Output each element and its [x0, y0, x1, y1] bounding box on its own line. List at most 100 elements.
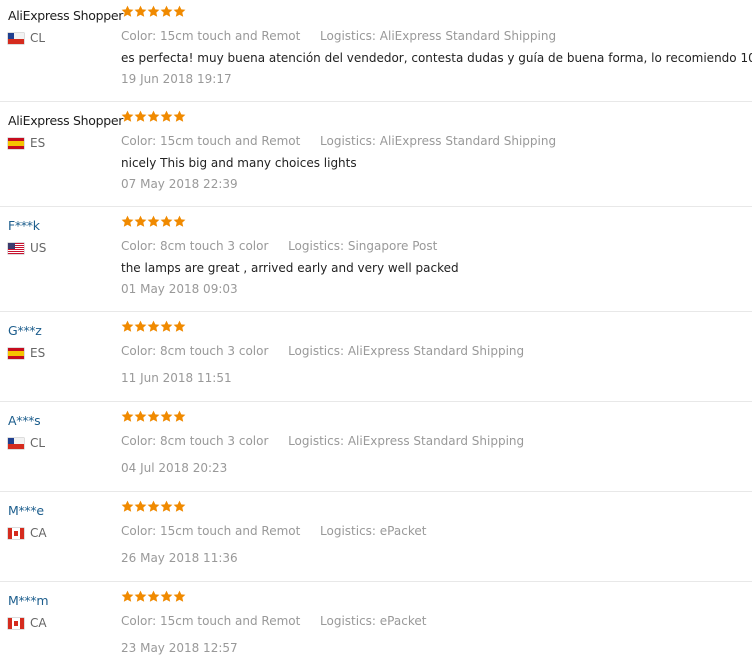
star-icon	[173, 500, 186, 512]
color-label: Color:	[121, 29, 157, 43]
spain-flag-icon	[8, 347, 24, 359]
color-label: Color:	[121, 344, 157, 358]
star-icon	[173, 320, 186, 332]
logistics-label: Logistics:	[320, 524, 376, 538]
color-label: Color:	[121, 134, 157, 148]
color-label: Color:	[121, 239, 157, 253]
purchase-info: Color: 8cm touch 3 color Logistics: AliE…	[121, 434, 524, 448]
reviewer-country: CA	[8, 526, 47, 540]
color-value: 8cm touch 3 color	[160, 239, 269, 253]
review-item: AliExpress Shopper ES Color: 15cm touch …	[0, 105, 752, 207]
review-date: 01 May 2018 09:03	[121, 282, 238, 296]
logistics-value: AliExpress Standard Shipping	[379, 29, 557, 43]
review-date: 11 Jun 2018 11:51	[121, 371, 232, 385]
star-icon	[147, 5, 160, 17]
chile-flag-icon	[8, 32, 24, 44]
review-date: 07 May 2018 22:39	[121, 177, 238, 191]
purchase-info: Color: 8cm touch 3 color Logistics: AliE…	[121, 344, 524, 358]
star-icon	[160, 215, 173, 227]
star-icon	[173, 5, 186, 17]
star-icon	[134, 110, 147, 122]
purchase-info: Color: 15cm touch and Remot Logistics: A…	[121, 134, 556, 148]
star-icon	[147, 410, 160, 422]
review-item: F***k US Color: 8cm touch 3 color Logist…	[0, 210, 752, 312]
review-item: AliExpress Shopper CL Color: 15cm touch …	[0, 0, 752, 102]
color-value: 8cm touch 3 color	[160, 434, 269, 448]
star-rating	[121, 5, 186, 18]
star-icon	[160, 320, 173, 332]
canada-flag-icon	[8, 527, 24, 539]
purchase-info: Color: 15cm touch and Remot Logistics: e…	[121, 614, 426, 628]
star-rating	[121, 215, 186, 228]
logistics-value: AliExpress Standard Shipping	[347, 344, 525, 358]
star-icon	[173, 110, 186, 122]
purchase-info: Color: 8cm touch 3 color Logistics: Sing…	[121, 239, 437, 253]
logistics-label: Logistics:	[288, 434, 345, 448]
star-icon	[121, 110, 134, 122]
country-code: CL	[30, 436, 46, 450]
logistics-label: Logistics:	[288, 239, 345, 253]
color-value: 15cm touch and Remot	[160, 134, 301, 148]
color-value: 15cm touch and Remot	[160, 29, 301, 43]
star-rating	[121, 110, 186, 123]
country-code: CL	[30, 31, 46, 45]
usa-flag-icon	[8, 242, 24, 254]
reviewer-country: CL	[8, 31, 45, 45]
logistics-value: Singapore Post	[347, 239, 438, 253]
star-rating	[121, 590, 186, 603]
star-icon	[134, 5, 147, 17]
review-item: G***z ES Color: 8cm touch 3 color Logist…	[0, 315, 752, 402]
star-icon	[160, 500, 173, 512]
reviewer-name: M***e	[8, 503, 44, 518]
star-icon	[134, 320, 147, 332]
color-value: 8cm touch 3 color	[160, 344, 269, 358]
review-item: M***e CA Color: 15cm touch and Remot Log…	[0, 495, 752, 582]
star-icon	[173, 590, 186, 602]
star-icon	[147, 320, 160, 332]
star-icon	[121, 410, 134, 422]
star-icon	[147, 110, 160, 122]
star-icon	[121, 215, 134, 227]
reviewer-name: A***s	[8, 413, 41, 428]
reviewer-country: CL	[8, 436, 45, 450]
canada-flag-icon	[8, 617, 24, 629]
reviewer-name: AliExpress Shopper	[8, 113, 124, 128]
reviewer-country: ES	[8, 346, 45, 360]
logistics-value: AliExpress Standard Shipping	[379, 134, 557, 148]
reviewer-country: ES	[8, 136, 45, 150]
logistics-value: AliExpress Standard Shipping	[347, 434, 525, 448]
logistics-label: Logistics:	[320, 614, 376, 628]
star-icon	[160, 110, 173, 122]
star-icon	[147, 215, 160, 227]
review-comment: es perfecta! muy buena atención del vend…	[121, 51, 752, 65]
star-icon	[160, 410, 173, 422]
star-icon	[173, 410, 186, 422]
chile-flag-icon	[8, 437, 24, 449]
reviewer-country: US	[8, 241, 46, 255]
country-code: CA	[30, 616, 47, 630]
star-rating	[121, 410, 186, 423]
review-item: M***m CA Color: 15cm touch and Remot Log…	[0, 585, 752, 663]
purchase-info: Color: 15cm touch and Remot Logistics: A…	[121, 29, 556, 43]
color-label: Color:	[121, 434, 157, 448]
review-comment: the lamps are great , arrived early and …	[121, 261, 459, 275]
star-icon	[134, 215, 147, 227]
star-icon	[147, 590, 160, 602]
reviewer-name: F***k	[8, 218, 40, 233]
logistics-label: Logistics:	[288, 344, 345, 358]
star-icon	[134, 410, 147, 422]
color-value: 15cm touch and Remot	[160, 614, 301, 628]
star-icon	[121, 320, 134, 332]
review-date: 26 May 2018 11:36	[121, 551, 238, 565]
star-icon	[121, 590, 134, 602]
country-code: ES	[30, 136, 46, 150]
logistics-value: ePacket	[379, 524, 427, 538]
star-icon	[121, 500, 134, 512]
spain-flag-icon	[8, 137, 24, 149]
color-label: Color:	[121, 524, 157, 538]
star-rating	[121, 320, 186, 333]
purchase-info: Color: 15cm touch and Remot Logistics: e…	[121, 524, 426, 538]
star-icon	[121, 5, 134, 17]
star-icon	[134, 590, 147, 602]
star-rating	[121, 500, 186, 513]
